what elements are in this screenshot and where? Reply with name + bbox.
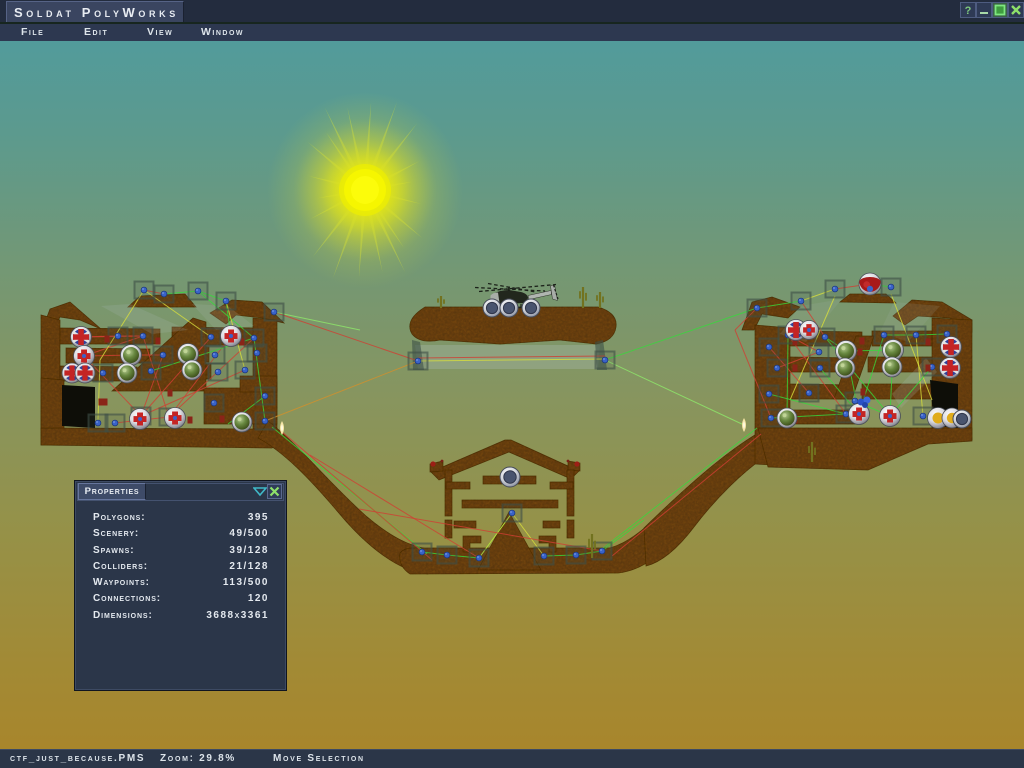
svg-text:?: ?	[965, 5, 972, 16]
